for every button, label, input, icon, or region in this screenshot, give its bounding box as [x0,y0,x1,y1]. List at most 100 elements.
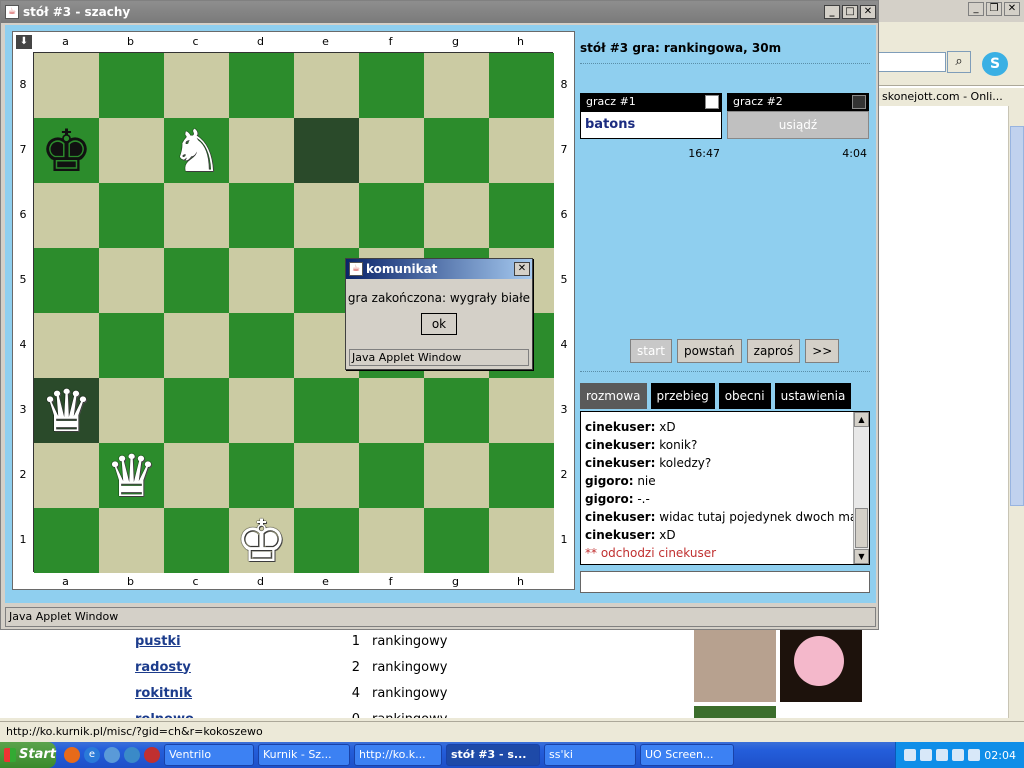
square-g6[interactable] [424,183,489,248]
square-c6[interactable] [164,183,229,248]
tab-settings[interactable]: ustawienia [774,383,852,409]
square-f6[interactable] [359,183,424,248]
maximize-icon[interactable]: □ [842,5,858,19]
square-d5[interactable] [229,248,294,313]
start-button[interactable]: start [630,339,672,363]
search-icon[interactable]: ⌕ [947,51,971,73]
square-f7[interactable] [359,118,424,183]
table-link[interactable]: pustki [130,634,330,649]
tab-chat[interactable]: rozmowa [580,383,647,409]
tray-icon[interactable] [952,749,965,761]
tab-history[interactable]: przebieg [650,383,715,409]
square-e2[interactable] [294,443,359,508]
square-a8[interactable] [34,53,99,118]
square-a7[interactable]: ♚ [34,118,99,183]
square-g7[interactable] [424,118,489,183]
square-d6[interactable] [229,183,294,248]
square-a1[interactable] [34,508,99,573]
minimize-icon[interactable]: _ [968,2,984,16]
square-d1[interactable]: ♚ [229,508,294,573]
square-h8[interactable] [489,53,554,118]
square-g1[interactable] [424,508,489,573]
tray-icon[interactable] [920,749,933,761]
square-c2[interactable] [164,443,229,508]
restore-icon[interactable]: ❐ [986,2,1002,16]
chat-scrollbar[interactable]: ▲ ▼ [853,412,869,564]
photo-thumbnail[interactable] [780,628,862,702]
dialog-titlebar[interactable]: ☕ komunikat ✕ [346,259,532,279]
square-h3[interactable] [489,378,554,443]
square-c8[interactable] [164,53,229,118]
scroll-up-icon[interactable]: ▲ [854,412,869,427]
task-browser[interactable]: http://ko.k... [354,744,442,766]
sit-button[interactable]: usiądź [727,111,869,139]
white-knight-icon[interactable]: ♞ [171,122,223,180]
ie-icon[interactable]: e [84,747,100,763]
media-player-icon[interactable] [104,747,120,763]
close-icon[interactable]: ✕ [1004,2,1020,16]
square-f8[interactable] [359,53,424,118]
invite-button[interactable]: zaproś [746,339,801,363]
square-g3[interactable] [424,378,489,443]
tray-icon[interactable] [904,749,917,761]
square-e7[interactable] [294,118,359,183]
square-f3[interactable] [359,378,424,443]
white-king-icon[interactable]: ♚ [236,512,288,570]
square-a4[interactable] [34,313,99,378]
tray-icon[interactable] [968,749,981,761]
square-g8[interactable] [424,53,489,118]
square-a3[interactable]: ♛ [34,378,99,443]
square-h1[interactable] [489,508,554,573]
square-c3[interactable] [164,378,229,443]
square-h6[interactable] [489,183,554,248]
square-b3[interactable] [99,378,164,443]
square-c5[interactable] [164,248,229,313]
square-g2[interactable] [424,443,489,508]
square-h7[interactable] [489,118,554,183]
square-c4[interactable] [164,313,229,378]
ok-button[interactable]: ok [421,313,457,335]
photo-thumbnail[interactable] [694,628,776,702]
task-folder[interactable]: ss'ki [544,744,636,766]
square-a5[interactable] [34,248,99,313]
browser-search-input[interactable] [878,52,946,72]
square-b1[interactable] [99,508,164,573]
black-king-icon[interactable]: ♚ [41,122,93,180]
white-queen-icon[interactable]: ♛ [106,447,158,505]
tab-present[interactable]: obecni [718,383,771,409]
tray-icon[interactable] [936,749,949,761]
table-link[interactable]: radosty [130,660,330,675]
square-b7[interactable] [99,118,164,183]
scroll-down-icon[interactable]: ▼ [854,549,869,564]
firefox-icon[interactable] [64,747,80,763]
task-ventrilo[interactable]: Ventrilo [164,744,254,766]
square-a6[interactable] [34,183,99,248]
close-icon[interactable]: ✕ [514,262,530,276]
task-kurnik[interactable]: Kurnik - Sz... [258,744,350,766]
square-e1[interactable] [294,508,359,573]
app-icon[interactable] [124,747,140,763]
square-d7[interactable] [229,118,294,183]
applet-titlebar[interactable]: ☕ stół #3 - szachy _ □ ✕ [1,1,878,23]
square-a2[interactable] [34,443,99,508]
square-b4[interactable] [99,313,164,378]
square-b6[interactable] [99,183,164,248]
opera-icon[interactable] [144,747,160,763]
flip-board-icon[interactable]: ⬇ [16,35,32,49]
chat-input[interactable] [580,571,870,593]
start-button[interactable]: Start [0,742,56,768]
table-link[interactable]: rokitnik [130,686,330,701]
chat-log[interactable]: cinekuser: xD cinekuser: konik? cinekuser:… [580,411,870,565]
more-button[interactable]: >> [805,339,840,363]
bookmark-item[interactable]: skonejott.com - Onli... [878,88,1024,106]
square-c7[interactable]: ♞ [164,118,229,183]
white-queen-icon[interactable]: ♛ [41,382,93,440]
square-f1[interactable] [359,508,424,573]
task-uo-screen[interactable]: UO Screen... [640,744,734,766]
square-b5[interactable] [99,248,164,313]
square-e3[interactable] [294,378,359,443]
scroll-thumb[interactable] [855,508,868,548]
player-name[interactable]: batons [580,111,722,139]
task-chess[interactable]: stół #3 - s... [446,744,540,766]
square-b2[interactable]: ♛ [99,443,164,508]
